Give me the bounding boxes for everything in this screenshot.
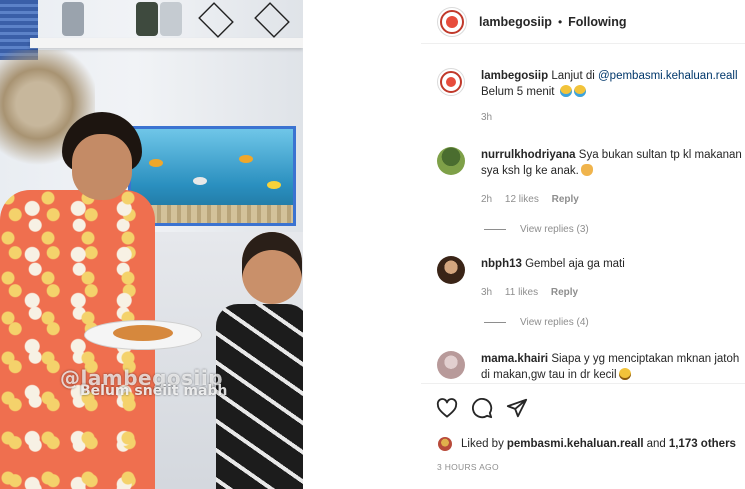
comment-username[interactable]: mama.khairi bbox=[481, 353, 548, 365]
view-replies-button[interactable]: View replies (3) bbox=[484, 224, 589, 235]
avatar-image bbox=[438, 437, 452, 451]
crying-face-icon bbox=[573, 85, 586, 97]
comment-text: mama.khairi Siapa y yg menciptakan mknan… bbox=[481, 351, 745, 383]
post-actions: Liked by pembasmi.kehaluan.reall and 1,1… bbox=[421, 383, 745, 489]
child-head bbox=[242, 232, 302, 304]
comment-line2: sya ksh lg ke anak. bbox=[481, 165, 579, 177]
replies-line bbox=[484, 229, 506, 230]
comment-meta: 3h 11 likes Reply bbox=[481, 287, 588, 298]
comment-username[interactable]: nurrulkhodriyana bbox=[481, 149, 576, 161]
comment-likes[interactable]: 11 likes bbox=[505, 287, 538, 298]
view-replies-button[interactable]: View replies (4) bbox=[484, 317, 589, 328]
video-caption-overlay: Belum sneiit mabh bbox=[80, 383, 228, 399]
shelf-bottle bbox=[136, 2, 158, 36]
shelf bbox=[30, 38, 303, 48]
post-media[interactable]: @lambegosiip Belum sneiit mabh bbox=[0, 0, 303, 489]
following-button[interactable]: Following bbox=[568, 15, 626, 29]
caption-text: lambegosiip Lanjut di @pembasmi.kehaluan… bbox=[481, 68, 745, 100]
tired-face-icon bbox=[618, 368, 631, 380]
caption-line2: Belum 5 menit bbox=[481, 86, 555, 98]
likes-and: and bbox=[646, 438, 666, 450]
view-replies-label: View replies (4) bbox=[520, 317, 589, 328]
liked-by-user[interactable]: pembasmi.kehaluan.reall bbox=[507, 438, 644, 450]
media-gutter bbox=[303, 0, 421, 489]
shelf-jar bbox=[62, 2, 84, 36]
comment-meta: 2h 12 likes Reply bbox=[481, 194, 589, 205]
caption-meta: 3h bbox=[481, 112, 502, 123]
avatar-logo-core bbox=[446, 15, 458, 28]
avatar-logo bbox=[440, 71, 462, 93]
heart-icon[interactable] bbox=[435, 396, 459, 420]
comment-icon[interactable] bbox=[470, 396, 494, 420]
liked-by-label: Liked by bbox=[461, 438, 504, 450]
mention-link[interactable]: @pembasmi.kehaluan.reall bbox=[598, 70, 738, 82]
avatar[interactable] bbox=[437, 6, 467, 37]
comment-line1: Sya bukan sultan tp kl makanan bbox=[578, 149, 742, 161]
reply-button[interactable]: Reply bbox=[552, 194, 579, 205]
fish bbox=[239, 155, 253, 163]
face bbox=[72, 134, 132, 200]
caption-username[interactable]: lambegosiip bbox=[481, 70, 548, 82]
avatar-logo bbox=[440, 9, 464, 34]
post-header: lambegosiip • Following bbox=[421, 0, 745, 44]
post-panel: lambegosiip • Following lambegosiip Lanj… bbox=[421, 0, 745, 489]
view-replies-label: View replies (3) bbox=[520, 224, 589, 235]
post-timestamp: 3 HOURS AGO bbox=[437, 462, 499, 472]
child-shirt bbox=[216, 304, 303, 489]
comments-scroll[interactable]: lambegosiip Lanjut di @pembasmi.kehaluan… bbox=[421, 44, 745, 383]
food bbox=[113, 325, 173, 341]
avatar[interactable] bbox=[437, 436, 453, 452]
avatar[interactable] bbox=[437, 256, 465, 284]
likes-others[interactable]: 1,173 others bbox=[669, 438, 736, 450]
reply-button[interactable]: Reply bbox=[551, 287, 578, 298]
crying-face-icon bbox=[559, 85, 572, 97]
shelf-jar bbox=[160, 2, 182, 36]
caption-text-before: Lanjut di bbox=[551, 70, 598, 82]
caption-time: 3h bbox=[481, 112, 493, 123]
header-username[interactable]: lambegosiip bbox=[479, 15, 552, 29]
comment-text: nbph13 Gembel aja ga mati bbox=[481, 256, 745, 272]
clapping-hands-icon bbox=[580, 164, 593, 176]
replies-line bbox=[484, 322, 506, 323]
avatar[interactable] bbox=[437, 351, 465, 379]
woman-figure bbox=[0, 112, 160, 489]
avatar[interactable] bbox=[437, 68, 465, 96]
fish bbox=[193, 177, 207, 185]
comment-line2: di makan,gw tau in dr kecil bbox=[481, 369, 617, 381]
comment-username[interactable]: nbph13 bbox=[481, 258, 522, 270]
comment-line1: Siapa y yg menciptakan mknan jatoh bbox=[551, 353, 740, 365]
comment-text: nurrulkhodriyana Sya bukan sultan tp kl … bbox=[481, 147, 745, 179]
likes-summary: Liked by pembasmi.kehaluan.reall and 1,1… bbox=[437, 436, 739, 452]
child-figure bbox=[210, 232, 303, 489]
comment-time: 3h bbox=[481, 287, 493, 298]
fish bbox=[267, 181, 281, 189]
avatar-logo-core bbox=[446, 77, 456, 87]
separator-dot: • bbox=[557, 14, 563, 29]
comment-line1: Gembel aja ga mati bbox=[525, 258, 625, 270]
comment-likes[interactable]: 12 likes bbox=[505, 194, 539, 205]
share-icon[interactable] bbox=[505, 396, 529, 420]
avatar[interactable] bbox=[437, 147, 465, 175]
comment-time: 2h bbox=[481, 194, 493, 205]
food-plate bbox=[84, 320, 202, 350]
